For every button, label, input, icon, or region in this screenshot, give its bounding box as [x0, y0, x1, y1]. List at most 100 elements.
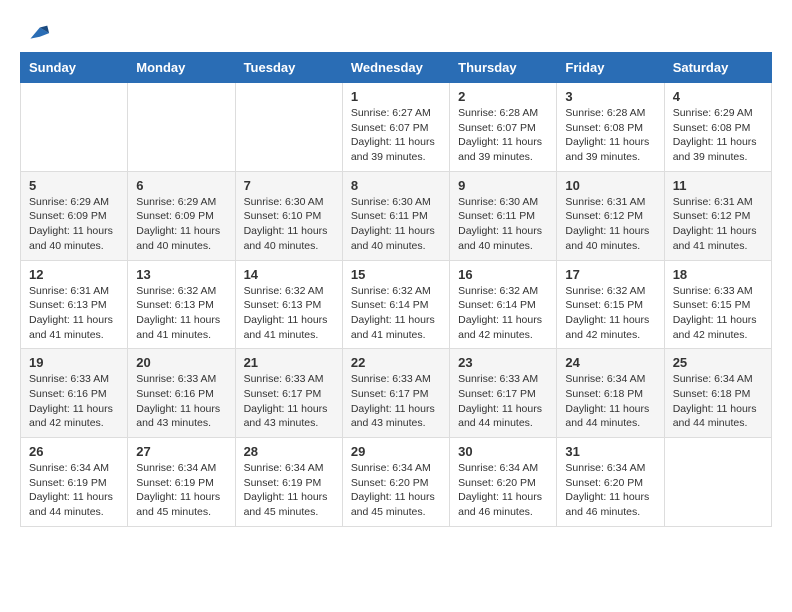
calendar-week-row: 26 Sunrise: 6:34 AM Sunset: 6:19 PM Dayli…	[21, 438, 772, 527]
day-info: Sunrise: 6:32 AM Sunset: 6:14 PM Dayligh…	[458, 284, 548, 343]
calendar-week-row: 12 Sunrise: 6:31 AM Sunset: 6:13 PM Dayli…	[21, 260, 772, 349]
weekday-header-saturday: Saturday	[664, 53, 771, 83]
calendar-cell: 31 Sunrise: 6:34 AM Sunset: 6:20 PM Dayli…	[557, 438, 664, 527]
day-info: Sunrise: 6:31 AM Sunset: 6:12 PM Dayligh…	[673, 195, 763, 254]
day-number: 14	[244, 267, 334, 282]
day-info: Sunrise: 6:29 AM Sunset: 6:09 PM Dayligh…	[136, 195, 226, 254]
day-number: 10	[565, 178, 655, 193]
day-number: 1	[351, 89, 441, 104]
logo	[20, 20, 51, 42]
logo-bird-icon	[23, 20, 51, 48]
day-info: Sunrise: 6:27 AM Sunset: 6:07 PM Dayligh…	[351, 106, 441, 165]
day-info: Sunrise: 6:30 AM Sunset: 6:10 PM Dayligh…	[244, 195, 334, 254]
day-info: Sunrise: 6:31 AM Sunset: 6:13 PM Dayligh…	[29, 284, 119, 343]
day-number: 26	[29, 444, 119, 459]
day-info: Sunrise: 6:33 AM Sunset: 6:17 PM Dayligh…	[244, 372, 334, 431]
calendar-cell: 11 Sunrise: 6:31 AM Sunset: 6:12 PM Dayli…	[664, 171, 771, 260]
calendar-cell: 26 Sunrise: 6:34 AM Sunset: 6:19 PM Dayli…	[21, 438, 128, 527]
calendar-cell: 8 Sunrise: 6:30 AM Sunset: 6:11 PM Daylig…	[342, 171, 449, 260]
day-number: 24	[565, 355, 655, 370]
day-number: 17	[565, 267, 655, 282]
day-number: 11	[673, 178, 763, 193]
calendar-cell: 6 Sunrise: 6:29 AM Sunset: 6:09 PM Daylig…	[128, 171, 235, 260]
day-number: 22	[351, 355, 441, 370]
day-number: 8	[351, 178, 441, 193]
calendar-week-row: 5Sunrise: 6:29 AM Sunset: 6:09 PM Daylig…	[21, 171, 772, 260]
calendar-cell	[235, 83, 342, 172]
calendar-cell	[21, 83, 128, 172]
calendar-week-row: 1 Sunrise: 6:27 AM Sunset: 6:07 PM Daylig…	[21, 83, 772, 172]
calendar-cell: 9 Sunrise: 6:30 AM Sunset: 6:11 PM Daylig…	[450, 171, 557, 260]
calendar-cell: 20Sunrise: 6:33 AM Sunset: 6:16 PM Dayli…	[128, 349, 235, 438]
calendar-cell: 18Sunrise: 6:33 AM Sunset: 6:15 PM Dayli…	[664, 260, 771, 349]
calendar-cell: 13 Sunrise: 6:32 AM Sunset: 6:13 PM Dayli…	[128, 260, 235, 349]
calendar-cell: 27Sunrise: 6:34 AM Sunset: 6:19 PM Dayli…	[128, 438, 235, 527]
day-number: 29	[351, 444, 441, 459]
calendar-cell: 16Sunrise: 6:32 AM Sunset: 6:14 PM Dayli…	[450, 260, 557, 349]
day-info: Sunrise: 6:34 AM Sunset: 6:18 PM Dayligh…	[673, 372, 763, 431]
weekday-header-friday: Friday	[557, 53, 664, 83]
calendar-cell	[128, 83, 235, 172]
calendar-cell: 1 Sunrise: 6:27 AM Sunset: 6:07 PM Daylig…	[342, 83, 449, 172]
calendar-cell: 23 Sunrise: 6:33 AM Sunset: 6:17 PM Dayli…	[450, 349, 557, 438]
page-header	[20, 20, 772, 42]
day-number: 13	[136, 267, 226, 282]
day-info: Sunrise: 6:30 AM Sunset: 6:11 PM Dayligh…	[458, 195, 548, 254]
day-number: 18	[673, 267, 763, 282]
weekday-header-thursday: Thursday	[450, 53, 557, 83]
calendar-cell: 21 Sunrise: 6:33 AM Sunset: 6:17 PM Dayli…	[235, 349, 342, 438]
day-info: Sunrise: 6:32 AM Sunset: 6:13 PM Dayligh…	[136, 284, 226, 343]
day-info: Sunrise: 6:32 AM Sunset: 6:14 PM Dayligh…	[351, 284, 441, 343]
day-info: Sunrise: 6:34 AM Sunset: 6:19 PM Dayligh…	[244, 461, 334, 520]
day-info: Sunrise: 6:34 AM Sunset: 6:19 PM Dayligh…	[29, 461, 119, 520]
weekday-header-sunday: Sunday	[21, 53, 128, 83]
day-info: Sunrise: 6:34 AM Sunset: 6:20 PM Dayligh…	[565, 461, 655, 520]
day-info: Sunrise: 6:32 AM Sunset: 6:15 PM Dayligh…	[565, 284, 655, 343]
day-info: Sunrise: 6:32 AM Sunset: 6:13 PM Dayligh…	[244, 284, 334, 343]
day-info: Sunrise: 6:28 AM Sunset: 6:08 PM Dayligh…	[565, 106, 655, 165]
day-info: Sunrise: 6:33 AM Sunset: 6:16 PM Dayligh…	[29, 372, 119, 431]
day-number: 15	[351, 267, 441, 282]
day-number: 2	[458, 89, 548, 104]
weekday-header-row: SundayMondayTuesdayWednesdayThursdayFrid…	[21, 53, 772, 83]
day-info: Sunrise: 6:33 AM Sunset: 6:17 PM Dayligh…	[458, 372, 548, 431]
calendar-cell: 2 Sunrise: 6:28 AM Sunset: 6:07 PM Daylig…	[450, 83, 557, 172]
day-info: Sunrise: 6:34 AM Sunset: 6:19 PM Dayligh…	[136, 461, 226, 520]
calendar-cell: 12 Sunrise: 6:31 AM Sunset: 6:13 PM Dayli…	[21, 260, 128, 349]
day-info: Sunrise: 6:33 AM Sunset: 6:16 PM Dayligh…	[136, 372, 226, 431]
calendar-week-row: 19 Sunrise: 6:33 AM Sunset: 6:16 PM Dayli…	[21, 349, 772, 438]
calendar-cell: 14 Sunrise: 6:32 AM Sunset: 6:13 PM Dayli…	[235, 260, 342, 349]
day-info: Sunrise: 6:29 AM Sunset: 6:09 PM Dayligh…	[29, 195, 119, 254]
day-number: 23	[458, 355, 548, 370]
calendar-cell: 4 Sunrise: 6:29 AM Sunset: 6:08 PM Daylig…	[664, 83, 771, 172]
day-info: Sunrise: 6:28 AM Sunset: 6:07 PM Dayligh…	[458, 106, 548, 165]
day-info: Sunrise: 6:30 AM Sunset: 6:11 PM Dayligh…	[351, 195, 441, 254]
calendar-cell: 25 Sunrise: 6:34 AM Sunset: 6:18 PM Dayli…	[664, 349, 771, 438]
day-number: 30	[458, 444, 548, 459]
calendar-cell: 30Sunrise: 6:34 AM Sunset: 6:20 PM Dayli…	[450, 438, 557, 527]
day-number: 31	[565, 444, 655, 459]
calendar-cell	[664, 438, 771, 527]
day-info: Sunrise: 6:34 AM Sunset: 6:18 PM Dayligh…	[565, 372, 655, 431]
weekday-header-wednesday: Wednesday	[342, 53, 449, 83]
calendar-cell: 28 Sunrise: 6:34 AM Sunset: 6:19 PM Dayli…	[235, 438, 342, 527]
day-info: Sunrise: 6:29 AM Sunset: 6:08 PM Dayligh…	[673, 106, 763, 165]
day-info: Sunrise: 6:31 AM Sunset: 6:12 PM Dayligh…	[565, 195, 655, 254]
day-number: 21	[244, 355, 334, 370]
day-number: 4	[673, 89, 763, 104]
day-number: 19	[29, 355, 119, 370]
day-number: 6	[136, 178, 226, 193]
day-number: 25	[673, 355, 763, 370]
calendar-cell: 3Sunrise: 6:28 AM Sunset: 6:08 PM Daylig…	[557, 83, 664, 172]
day-number: 28	[244, 444, 334, 459]
calendar-cell: 24 Sunrise: 6:34 AM Sunset: 6:18 PM Dayli…	[557, 349, 664, 438]
calendar-cell: 17 Sunrise: 6:32 AM Sunset: 6:15 PM Dayli…	[557, 260, 664, 349]
day-info: Sunrise: 6:34 AM Sunset: 6:20 PM Dayligh…	[351, 461, 441, 520]
weekday-header-tuesday: Tuesday	[235, 53, 342, 83]
calendar-cell: 7Sunrise: 6:30 AM Sunset: 6:10 PM Daylig…	[235, 171, 342, 260]
day-number: 9	[458, 178, 548, 193]
day-number: 12	[29, 267, 119, 282]
calendar-cell: 29 Sunrise: 6:34 AM Sunset: 6:20 PM Dayli…	[342, 438, 449, 527]
calendar-table: SundayMondayTuesdayWednesdayThursdayFrid…	[20, 52, 772, 527]
calendar-cell: 15 Sunrise: 6:32 AM Sunset: 6:14 PM Dayli…	[342, 260, 449, 349]
